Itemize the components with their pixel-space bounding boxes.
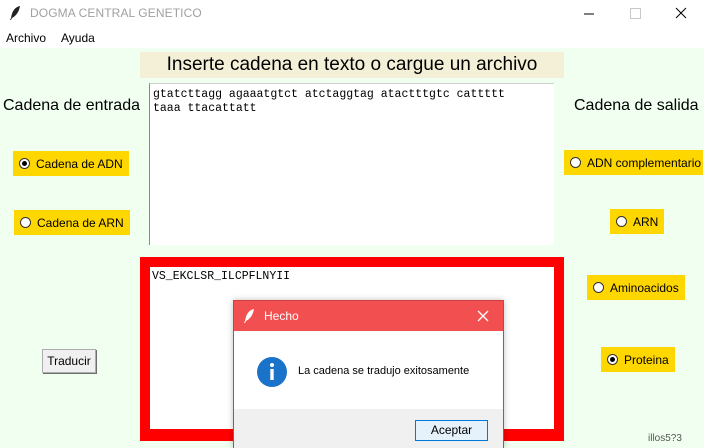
radio-indicator: [570, 157, 581, 168]
input-title: Cadena de entrada: [3, 97, 140, 114]
radio-indicator: [19, 158, 30, 169]
instruction-label: Inserte cadena en texto o cargue un arch…: [140, 52, 564, 78]
radio-label: Cadena de ARN: [37, 215, 124, 230]
radio-aminoacidos[interactable]: Aminoacidos: [587, 275, 685, 300]
output-title: Cadena de salida: [574, 97, 699, 114]
maximize-button[interactable]: [612, 0, 658, 28]
radio-label: ARN: [633, 214, 659, 229]
close-icon[interactable]: [474, 307, 492, 325]
partial-text: illos5?3: [648, 433, 682, 444]
message-dialog: Hecho La cadena se tradujo exitosamente …: [233, 300, 504, 448]
minimize-icon: [584, 13, 594, 15]
radio-adn-complementario[interactable]: ADN complementario: [564, 150, 704, 175]
radio-indicator: [20, 217, 31, 228]
radio-label: ADN complementario: [587, 155, 702, 170]
info-icon: [257, 357, 287, 387]
menu-ayuda[interactable]: Ayuda: [61, 31, 95, 45]
radio-label: Proteina: [624, 352, 669, 367]
dialog-title-bar: Hecho: [234, 301, 503, 331]
title-bar: DOGMA CENTRAL GENETICO: [0, 0, 704, 28]
close-button[interactable]: [658, 0, 704, 28]
window-title: DOGMA CENTRAL GENETICO: [30, 6, 202, 20]
translate-button[interactable]: Traducir: [42, 349, 96, 373]
dialog-title: Hecho: [264, 309, 299, 323]
radio-adn[interactable]: Cadena de ADN: [13, 151, 129, 176]
input-textarea[interactable]: gtatcttagg agaaatgtct atctaggtag atacttt…: [149, 83, 554, 245]
radio-indicator: [607, 354, 618, 365]
radio-indicator: [616, 216, 627, 227]
minimize-button[interactable]: [566, 0, 612, 28]
menu-archivo[interactable]: Archivo: [6, 31, 46, 45]
dialog-message: La cadena se tradujo exitosamente: [298, 365, 470, 377]
radio-label: Aminoacidos: [610, 280, 679, 295]
maximize-icon: [630, 8, 641, 19]
radio-arn-input[interactable]: Cadena de ARN: [14, 210, 130, 235]
dialog-footer: Aceptar: [234, 409, 503, 448]
radio-proteina[interactable]: Proteina: [601, 347, 675, 372]
radio-arn-output[interactable]: ARN: [610, 209, 665, 234]
close-icon: [675, 7, 687, 19]
radio-label: Cadena de ADN: [36, 156, 123, 171]
feather-icon: [10, 6, 20, 20]
radio-indicator: [593, 282, 604, 293]
feather-icon: [244, 309, 254, 323]
menu-bar: Archivo Ayuda: [0, 28, 704, 48]
ok-button[interactable]: Aceptar: [415, 420, 488, 441]
